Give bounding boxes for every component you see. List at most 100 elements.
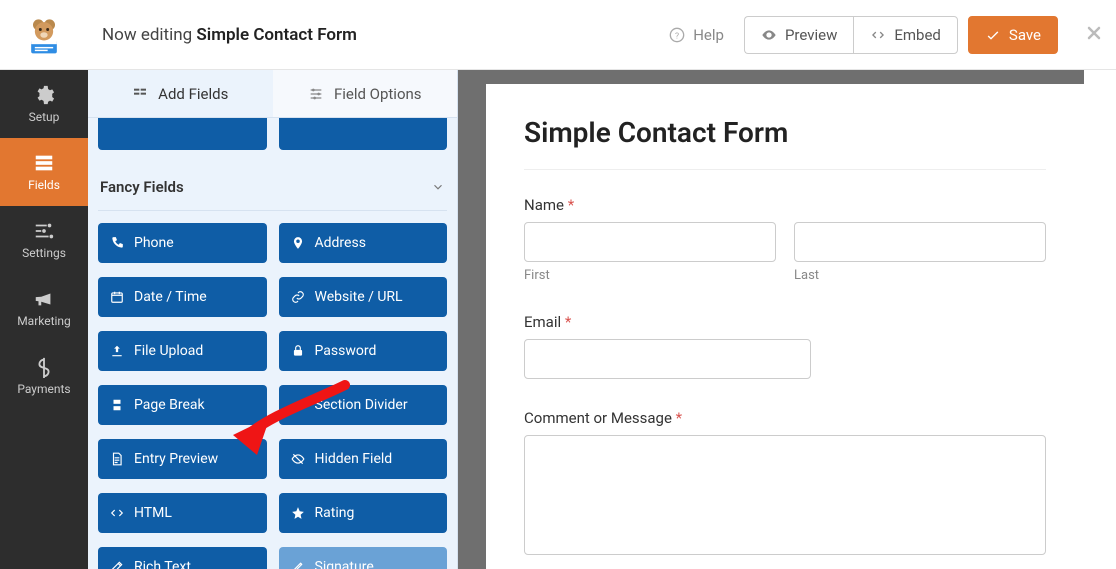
code-icon — [870, 27, 886, 43]
group-fancy-head[interactable]: Fancy Fields — [98, 164, 447, 211]
save-button[interactable]: Save — [968, 16, 1058, 54]
phone-icon — [110, 236, 124, 250]
preview-embed-group: Preview Embed — [744, 16, 958, 54]
rail-fields[interactable]: Fields — [0, 138, 88, 206]
name-field[interactable]: Name * First Last — [524, 196, 1046, 283]
pen-icon — [291, 560, 305, 569]
panel-scroll: Fancy Fields Phone Address Date / Time W… — [88, 118, 457, 569]
preview-label: Preview — [785, 26, 837, 44]
now-editing-label: Now editing — [102, 25, 192, 45]
partial-pill-left[interactable] — [98, 118, 267, 150]
field-section-label: Section Divider — [315, 397, 408, 413]
field-section[interactable]: Section Divider — [279, 385, 448, 425]
embed-button[interactable]: Embed — [853, 16, 958, 54]
field-entry-preview[interactable]: Entry Preview — [98, 439, 267, 479]
bullhorn-icon — [33, 288, 55, 310]
grid-icon — [132, 86, 148, 102]
field-upload[interactable]: File Upload — [98, 331, 267, 371]
preview-button[interactable]: Preview — [744, 16, 853, 54]
fields-panel: Add Fields Field Options Fancy Fields Ph… — [88, 70, 458, 569]
svg-text:?: ? — [675, 31, 679, 41]
field-hidden-label: Hidden Field — [315, 451, 393, 467]
email-input[interactable] — [524, 339, 811, 379]
field-hidden[interactable]: Hidden Field — [279, 439, 448, 479]
rail-marketing-label: Marketing — [17, 314, 71, 328]
calendar-icon — [110, 290, 124, 304]
partial-row — [98, 118, 447, 164]
field-upload-label: File Upload — [134, 343, 203, 359]
tab-field-options[interactable]: Field Options — [273, 70, 458, 117]
first-name-input[interactable] — [524, 222, 776, 262]
divider — [524, 169, 1046, 170]
gear-icon — [33, 84, 55, 106]
options-icon — [308, 86, 324, 102]
fancy-grid: Phone Address Date / Time Website / URL … — [98, 223, 447, 569]
field-rating-label: Rating — [315, 505, 355, 521]
email-label: Email * — [524, 313, 1046, 331]
dollar-icon — [33, 356, 55, 378]
field-html-label: HTML — [134, 505, 172, 521]
field-html[interactable]: HTML — [98, 493, 267, 533]
field-address[interactable]: Address — [279, 223, 448, 263]
rail-payments-label: Payments — [17, 382, 70, 396]
field-rating[interactable]: Rating — [279, 493, 448, 533]
field-password-label: Password — [315, 343, 377, 359]
name-label: Name * — [524, 196, 1046, 214]
field-pagebreak[interactable]: Page Break — [98, 385, 267, 425]
left-rail: Setup Fields Settings Marketing Payments — [0, 70, 88, 569]
upload-icon — [110, 344, 124, 358]
comment-label: Comment or Message * — [524, 409, 1046, 427]
panel-tabs: Add Fields Field Options — [88, 70, 457, 118]
field-phone[interactable]: Phone — [98, 223, 267, 263]
last-name-input[interactable] — [794, 222, 1046, 262]
field-datetime-label: Date / Time — [134, 289, 207, 305]
field-signature[interactable]: Signature — [279, 547, 448, 569]
link-icon — [291, 290, 305, 304]
first-sub: First — [524, 268, 776, 283]
close-icon — [1084, 23, 1104, 43]
field-password[interactable]: Password — [279, 331, 448, 371]
comment-textarea[interactable] — [524, 435, 1046, 555]
tab-field-options-label: Field Options — [334, 85, 422, 103]
rail-payments[interactable]: Payments — [0, 342, 88, 410]
last-sub: Last — [794, 268, 1046, 283]
eye-off-icon — [291, 452, 305, 466]
rail-settings-label: Settings — [22, 246, 66, 260]
field-website[interactable]: Website / URL — [279, 277, 448, 317]
partial-pill-right[interactable] — [279, 118, 448, 150]
field-website-label: Website / URL — [315, 289, 403, 305]
topbar: Now editing Simple Contact Form ? Help P… — [0, 0, 1116, 70]
group-fancy-label: Fancy Fields — [100, 178, 184, 196]
form-title: Simple Contact Form — [524, 116, 1046, 149]
field-address-label: Address — [315, 235, 366, 251]
edit-icon — [110, 560, 124, 569]
star-icon — [291, 506, 305, 520]
field-signature-label: Signature — [315, 559, 374, 569]
comment-field[interactable]: Comment or Message * — [524, 409, 1046, 559]
email-field[interactable]: Email * — [524, 313, 1046, 379]
help-label: Help — [693, 26, 724, 44]
field-datetime[interactable]: Date / Time — [98, 277, 267, 317]
sliders-icon — [33, 220, 55, 242]
chevron-down-icon — [431, 180, 445, 194]
field-richtext[interactable]: Rich Text — [98, 547, 267, 569]
editing-title: Now editing Simple Contact Form — [88, 25, 659, 45]
rail-setup[interactable]: Setup — [0, 70, 88, 138]
rail-marketing[interactable]: Marketing — [0, 274, 88, 342]
pin-icon — [291, 236, 305, 250]
tab-add-fields[interactable]: Add Fields — [88, 70, 273, 117]
divider-icon — [291, 398, 305, 412]
field-richtext-label: Rich Text — [134, 559, 191, 569]
close-button[interactable] — [1072, 21, 1116, 49]
form-canvas: Simple Contact Form Name * First Last Em… — [486, 84, 1084, 569]
help-link[interactable]: ? Help — [659, 26, 734, 44]
rail-fields-label: Fields — [28, 178, 60, 192]
embed-label: Embed — [894, 26, 941, 44]
fields-icon — [33, 152, 55, 174]
form-name: Simple Contact Form — [196, 25, 356, 45]
save-label: Save — [1009, 26, 1041, 44]
tab-add-fields-label: Add Fields — [158, 85, 228, 103]
rail-settings[interactable]: Settings — [0, 206, 88, 274]
field-pagebreak-label: Page Break — [134, 397, 205, 413]
rail-setup-label: Setup — [29, 110, 60, 124]
